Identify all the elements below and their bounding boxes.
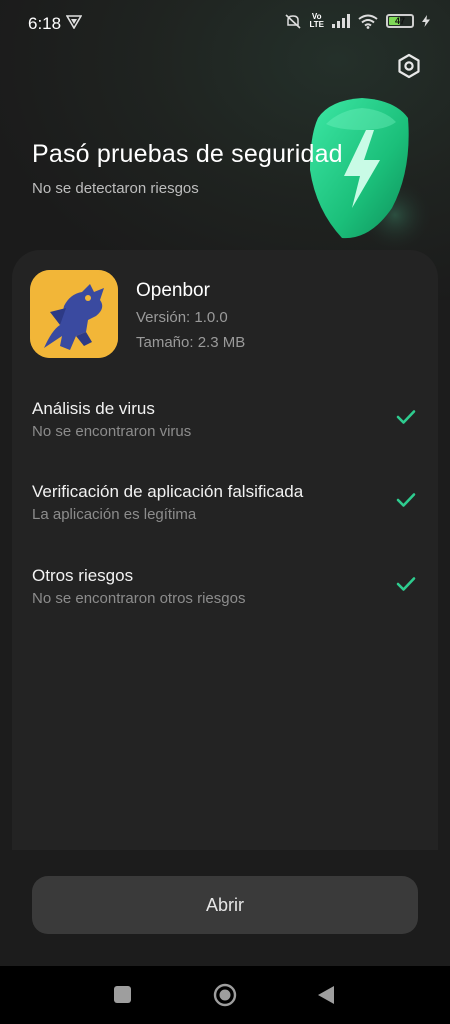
shield-bolt-icon bbox=[300, 90, 435, 255]
check-description: No se encontraron otros riesgos bbox=[32, 590, 246, 607]
check-item-other-risks: Otros riesgos No se encontraron otros ri… bbox=[0, 566, 450, 626]
signal-icon bbox=[332, 14, 350, 28]
check-description: No se encontraron virus bbox=[32, 423, 192, 440]
checkmark-icon bbox=[396, 493, 416, 507]
battery-level: 47 bbox=[394, 16, 405, 26]
navigation-bar bbox=[0, 966, 450, 1024]
back-triangle-icon[interactable] bbox=[316, 984, 336, 1006]
check-item-virus: Análisis de virus No se encontraron viru… bbox=[0, 399, 450, 459]
wifi-icon bbox=[358, 14, 378, 29]
volte-icon: Vo LTE bbox=[309, 13, 324, 29]
check-description: La aplicación es legítima bbox=[32, 506, 197, 523]
gear-icon[interactable] bbox=[396, 53, 422, 79]
open-button[interactable]: Abrir bbox=[32, 876, 418, 934]
app-icon bbox=[30, 270, 118, 358]
page-subtitle: No se detectaron riesgos bbox=[32, 180, 199, 197]
home-circle-icon[interactable] bbox=[213, 983, 237, 1007]
check-title: Análisis de virus bbox=[32, 399, 155, 418]
status-icons: Vo LTE 47 bbox=[285, 13, 430, 29]
checkmark-icon bbox=[396, 410, 416, 424]
status-time: 6:18 bbox=[28, 14, 62, 33]
volte-bottom-label: LTE bbox=[309, 20, 324, 29]
battery-icon: 47 bbox=[386, 14, 414, 28]
recents-square-icon[interactable] bbox=[114, 986, 131, 1003]
status-bar: 6:18 Vo LTE 47 bbox=[0, 0, 450, 50]
app-name: Openbor bbox=[136, 280, 210, 301]
page-title: Pasó pruebas de seguridad bbox=[32, 140, 343, 168]
charging-bolt-icon bbox=[422, 15, 430, 27]
app-version: Versión: 1.0.0 bbox=[136, 309, 228, 326]
check-title: Verificación de aplicación falsificada bbox=[32, 482, 304, 501]
mute-icon bbox=[285, 14, 302, 29]
checkmark-icon bbox=[396, 577, 416, 591]
check-title: Otros riesgos bbox=[32, 566, 134, 585]
app-size: Tamaño: 2.3 MB bbox=[136, 334, 246, 351]
check-item-fake-app: Verificación de aplicación falsificada L… bbox=[0, 482, 450, 542]
vpn-icon bbox=[66, 15, 82, 29]
